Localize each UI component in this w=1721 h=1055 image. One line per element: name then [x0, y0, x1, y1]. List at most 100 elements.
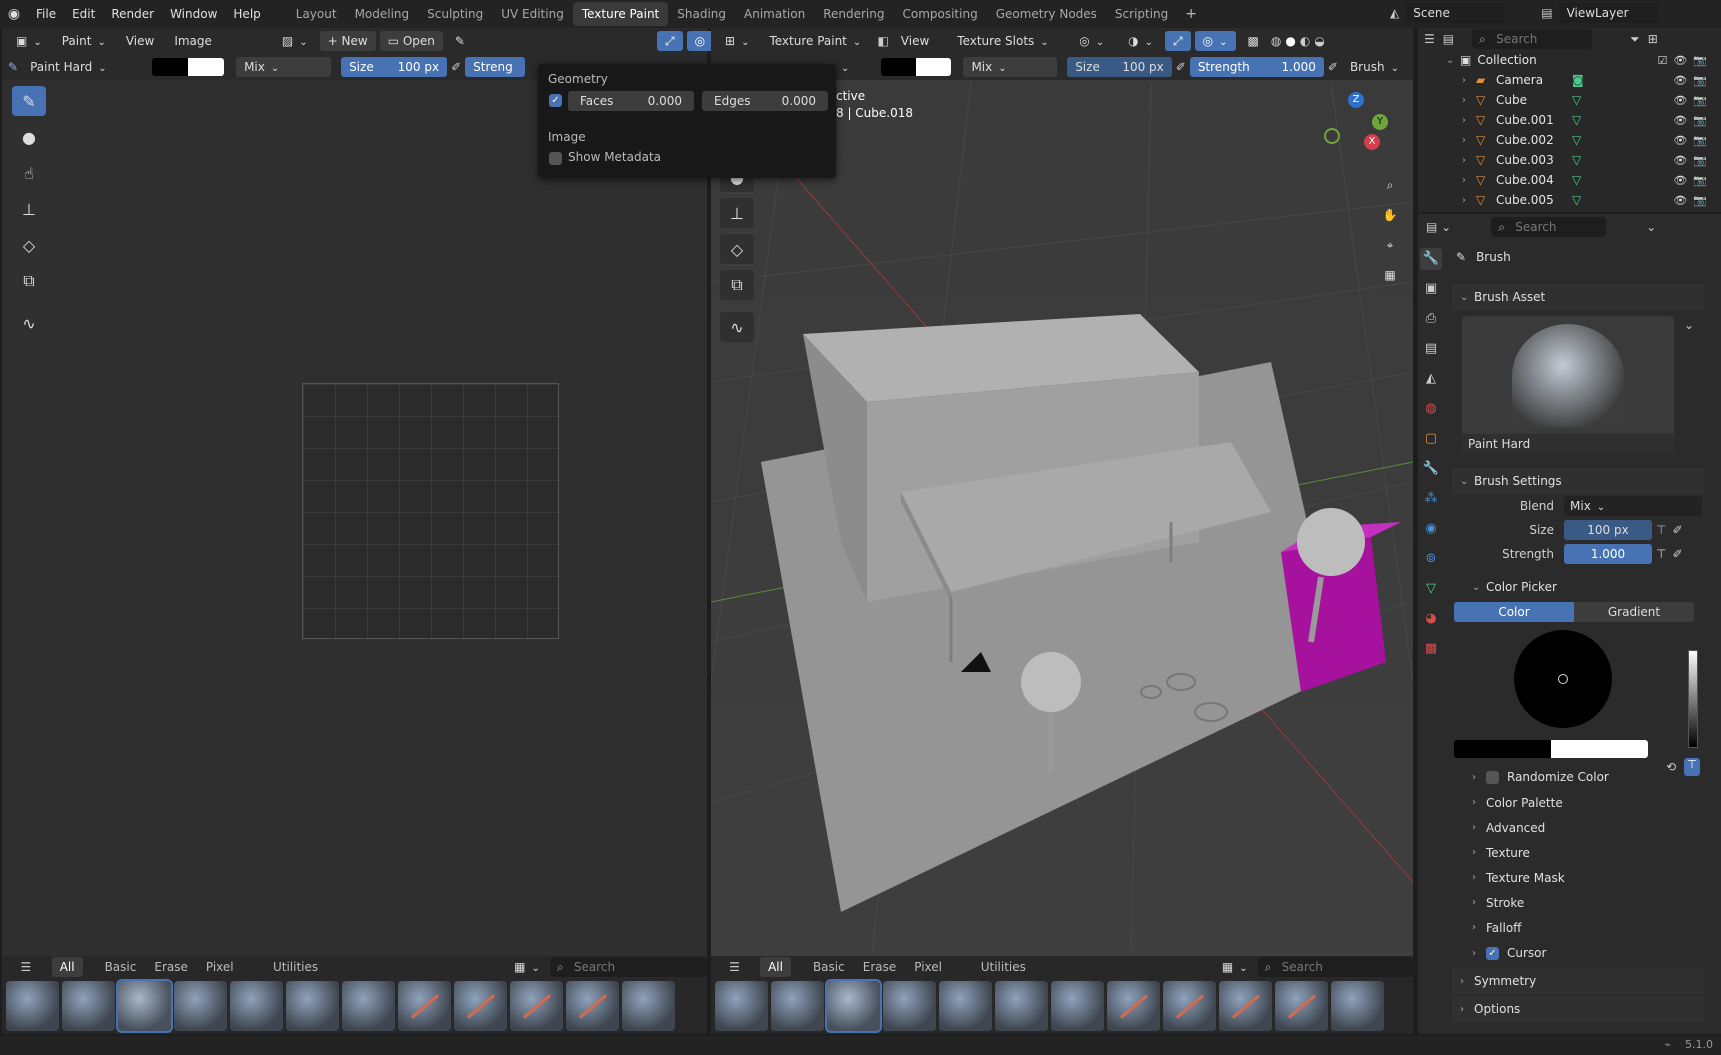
texture-slots-dropdown[interactable]: Texture Slots: [949, 31, 1067, 51]
shading-material-icon[interactable]: ◐: [1300, 34, 1310, 48]
viewport-size-field[interactable]: Size 100 px: [1067, 57, 1172, 77]
scene-name-field[interactable]: Scene: [1405, 3, 1506, 23]
mask-tool-icon[interactable]: ⧉: [12, 266, 46, 296]
viewport-brush-menu[interactable]: Brush: [1342, 57, 1407, 77]
faces-checkbox[interactable]: ✓: [549, 94, 562, 107]
brush-thumb[interactable]: [286, 981, 339, 1031]
cursor-section[interactable]: › ✓ Cursor: [1452, 940, 1704, 966]
vp-shelf-tab-all[interactable]: All: [760, 957, 791, 977]
section-color-palette[interactable]: › Color Palette: [1452, 790, 1704, 815]
interaction-mode-dropdown[interactable]: Texture Paint: [761, 31, 873, 51]
visibility-icons[interactable]: 👁📷: [1673, 94, 1713, 107]
properties-primary-color[interactable]: [1454, 740, 1551, 758]
camera-view-icon[interactable]: ⌖: [1378, 238, 1402, 262]
image-browse-icon[interactable]: ▨: [274, 31, 316, 51]
randomize-color-checkbox[interactable]: [1486, 770, 1499, 784]
secondary-color-swatch[interactable]: [188, 58, 225, 76]
soften-tool-icon[interactable]: ●: [12, 122, 46, 152]
outliner-item[interactable]: › ▽ Cube.001 ▽ 👁📷: [1418, 110, 1721, 130]
viewport-overlay-icon[interactable]: ◎: [1194, 31, 1236, 51]
brush-asset-section[interactable]: ⌄ Brush Asset: [1452, 284, 1704, 310]
mesh-data-icon[interactable]: ▽: [1572, 173, 1581, 187]
brush-thumb[interactable]: [6, 981, 59, 1031]
collection-row[interactable]: ⌄ ▣ Collection ☑👁📷: [1418, 50, 1721, 70]
brush-thumb[interactable]: [454, 981, 507, 1031]
brush-thumb[interactable]: [510, 981, 563, 1031]
vp-annotate-tool-icon[interactable]: ∿: [720, 312, 754, 342]
brush-asset-preview[interactable]: Paint Hard: [1462, 316, 1674, 454]
vp-shelf-tab-pixel-art[interactable]: Pixel Art: [906, 957, 970, 994]
section-falloff[interactable]: › Falloff: [1452, 915, 1704, 940]
workspace-tab-texture-paint[interactable]: Texture Paint: [572, 2, 669, 26]
view-layer-tab-icon[interactable]: ▤: [1420, 338, 1442, 360]
shelf-tab-all[interactable]: All: [51, 957, 83, 977]
physics-tab-icon[interactable]: ◉: [1420, 518, 1442, 540]
brush-size-field[interactable]: 100 px: [1564, 520, 1652, 540]
brush-thumb[interactable]: [1219, 981, 1272, 1031]
brush-thumb[interactable]: [116, 979, 173, 1033]
expand-icon[interactable]: ›: [1462, 75, 1476, 86]
viewport-secondary-color[interactable]: [916, 58, 952, 76]
brush-thumb[interactable]: [1107, 981, 1160, 1031]
section-texture-mask[interactable]: › Texture Mask: [1452, 865, 1704, 890]
brush-thumb[interactable]: [622, 981, 675, 1031]
vp-shelf-search-input[interactable]: Search: [1257, 957, 1413, 977]
mesh-data-icon[interactable]: ▽: [1572, 153, 1581, 167]
vp-shelf-tab-utilities[interactable]: Utilities: [973, 957, 1034, 977]
render-tab-icon[interactable]: ▣: [1420, 278, 1442, 300]
gizmo-z[interactable]: Z: [1348, 92, 1364, 108]
brush-thumb[interactable]: [825, 979, 882, 1033]
brush-dropdown[interactable]: Paint Hard: [22, 57, 140, 77]
value-slider[interactable]: [1688, 650, 1698, 748]
properties-options-icon[interactable]: ⌄: [1646, 220, 1656, 234]
image-menu[interactable]: Image: [166, 31, 220, 51]
shelf-tab-utilities[interactable]: Utilities: [265, 957, 326, 977]
strength-field[interactable]: Streng: [465, 57, 526, 77]
modifier-tab-icon[interactable]: 🔧: [1420, 458, 1442, 480]
image-canvas-grid[interactable]: [302, 383, 559, 639]
pan-hand-icon[interactable]: ✋: [1378, 208, 1402, 232]
gizmo-x[interactable]: X: [1364, 134, 1380, 150]
outliner-item[interactable]: › ▽ Cube.004 ▽ 👁📷: [1418, 170, 1721, 190]
pin-icon[interactable]: ✎: [447, 31, 473, 51]
constraints-tab-icon[interactable]: ⊚: [1420, 548, 1442, 570]
brush-thumb[interactable]: [566, 981, 619, 1031]
snap-toggle[interactable]: ⤢: [656, 31, 683, 51]
brush-thumb[interactable]: [995, 981, 1048, 1031]
swap-colors-icon[interactable]: ⟲: [1666, 760, 1676, 774]
shelf-tab-pixel-art[interactable]: Pixel Art: [198, 957, 263, 994]
navigation-gizmo[interactable]: Z Y X: [1320, 90, 1390, 162]
output-tab-icon[interactable]: ⎙: [1420, 308, 1442, 330]
viewport-size-pressure-icon[interactable]: ✐: [1176, 60, 1186, 74]
visibility-icons[interactable]: 👁📷: [1673, 174, 1713, 187]
size-pressure-icon[interactable]: ✐: [451, 60, 461, 74]
brush-thumb[interactable]: [1163, 981, 1216, 1031]
add-workspace-icon[interactable]: +: [1185, 6, 1197, 22]
workspace-tab-layout[interactable]: Layout: [287, 2, 346, 26]
vp-mask-tool-icon[interactable]: ⧉: [720, 270, 754, 300]
mask-dropdown[interactable]: ◎: [1071, 31, 1112, 51]
data-tab-icon[interactable]: ▽: [1420, 578, 1442, 600]
size-pressure-toggle-icon[interactable]: ✐: [1672, 523, 1682, 537]
outliner-search-input[interactable]: Search: [1472, 29, 1593, 49]
brush-thumb[interactable]: [1051, 981, 1104, 1031]
mesh-data-icon[interactable]: ▽: [1572, 133, 1581, 147]
options-section[interactable]: › Options: [1452, 996, 1704, 1022]
visibility-icon[interactable]: ◑: [1120, 31, 1161, 51]
outliner-item[interactable]: › ▽ Cube.003 ▽ 👁📷: [1418, 150, 1721, 170]
gradient-tab[interactable]: Gradient: [1574, 602, 1694, 622]
properties-secondary-color[interactable]: [1551, 740, 1648, 758]
shelf-menu-icon[interactable]: ☰: [2, 960, 50, 974]
menu-file[interactable]: File: [28, 2, 64, 26]
fill-tool-icon[interactable]: ◇: [12, 230, 46, 260]
edges-field[interactable]: Edges 0.000: [702, 91, 828, 111]
object-tab-icon[interactable]: ▢: [1420, 428, 1442, 450]
brush-thumb[interactable]: [62, 981, 115, 1031]
size-unified-icon[interactable]: ⊤: [1656, 523, 1666, 537]
filter-icon[interactable]: ⏷: [1630, 32, 1640, 47]
color-wheel[interactable]: [1514, 630, 1612, 728]
perspective-grid-icon[interactable]: ▦: [1378, 268, 1402, 292]
clone-tool-icon[interactable]: ⊥: [12, 194, 46, 224]
workspace-tab-compositing[interactable]: Compositing: [893, 2, 986, 26]
visibility-icons[interactable]: 👁📷: [1673, 114, 1713, 127]
